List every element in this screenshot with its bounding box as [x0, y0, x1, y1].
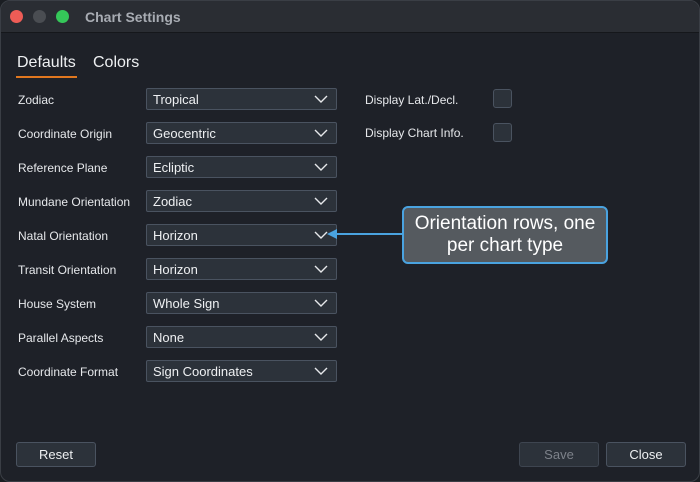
parallel-aspects-select[interactable]: None — [146, 326, 337, 348]
title-bar: Chart Settings — [1, 1, 699, 33]
coordinate-origin-select[interactable]: Geocentric — [146, 122, 337, 144]
chevron-down-icon — [314, 129, 328, 137]
natal-orientation-label: Natal Orientation — [18, 229, 109, 243]
close-window-button[interactable] — [10, 10, 23, 23]
house-system-select[interactable]: Whole Sign — [146, 292, 337, 314]
reference-plane-select[interactable]: Ecliptic — [146, 156, 337, 178]
close-button[interactable]: Close — [606, 442, 686, 467]
display-chart-info-checkbox[interactable] — [493, 123, 512, 142]
chevron-down-icon — [314, 197, 328, 205]
select-value: Geocentric — [153, 126, 216, 141]
callout-arrow-icon — [327, 229, 403, 239]
zodiac-select[interactable]: Tropical — [146, 88, 337, 110]
chevron-down-icon — [314, 95, 328, 103]
callout-line-1: Orientation rows, one — [414, 213, 596, 234]
chevron-down-icon — [314, 367, 328, 375]
coordinate-format-label: Coordinate Format — [18, 365, 119, 379]
tab-defaults[interactable]: Defaults — [16, 54, 77, 78]
reference-plane-label: Reference Plane — [18, 161, 108, 175]
tab-colors[interactable]: Colors — [93, 54, 139, 76]
display-lat-decl-checkbox[interactable] — [493, 89, 512, 108]
select-value: Whole Sign — [153, 296, 220, 311]
transit-orientation-label: Transit Orientation — [18, 263, 117, 277]
select-value: None — [153, 330, 185, 345]
annotation-callout: Orientation rows, one per chart type — [402, 206, 608, 264]
chevron-down-icon — [314, 265, 328, 273]
mundane-orientation-label: Mundane Orientation — [18, 195, 131, 209]
maximize-window-button[interactable] — [56, 10, 69, 23]
coordinate-origin-label: Coordinate Origin — [18, 127, 113, 141]
select-value: Ecliptic — [153, 160, 195, 175]
select-value: Zodiac — [153, 194, 193, 209]
zodiac-label: Zodiac — [18, 93, 55, 107]
transit-orientation-select[interactable]: Horizon — [146, 258, 337, 280]
chevron-down-icon — [314, 299, 328, 307]
select-value: Tropical — [153, 92, 199, 107]
display-chart-info-label: Display Chart Info. — [365, 126, 464, 140]
select-value: Horizon — [153, 228, 198, 243]
chevron-down-icon — [314, 163, 328, 171]
window-title: Chart Settings — [85, 9, 181, 25]
save-button[interactable]: Save — [519, 442, 599, 467]
minimize-window-button[interactable] — [33, 10, 46, 23]
parallel-aspects-label: Parallel Aspects — [18, 331, 104, 345]
select-value: Horizon — [153, 262, 198, 277]
mundane-orientation-select[interactable]: Zodiac — [146, 190, 337, 212]
select-value: Sign Coordinates — [153, 364, 253, 379]
callout-line-2: per chart type — [446, 235, 564, 256]
house-system-label: House System — [18, 297, 97, 311]
reset-button[interactable]: Reset — [16, 442, 96, 467]
coordinate-format-select[interactable]: Sign Coordinates — [146, 360, 337, 382]
natal-orientation-select[interactable]: Horizon — [146, 224, 337, 246]
display-lat-decl-label: Display Lat./Decl. — [365, 93, 459, 107]
chevron-down-icon — [314, 333, 328, 341]
